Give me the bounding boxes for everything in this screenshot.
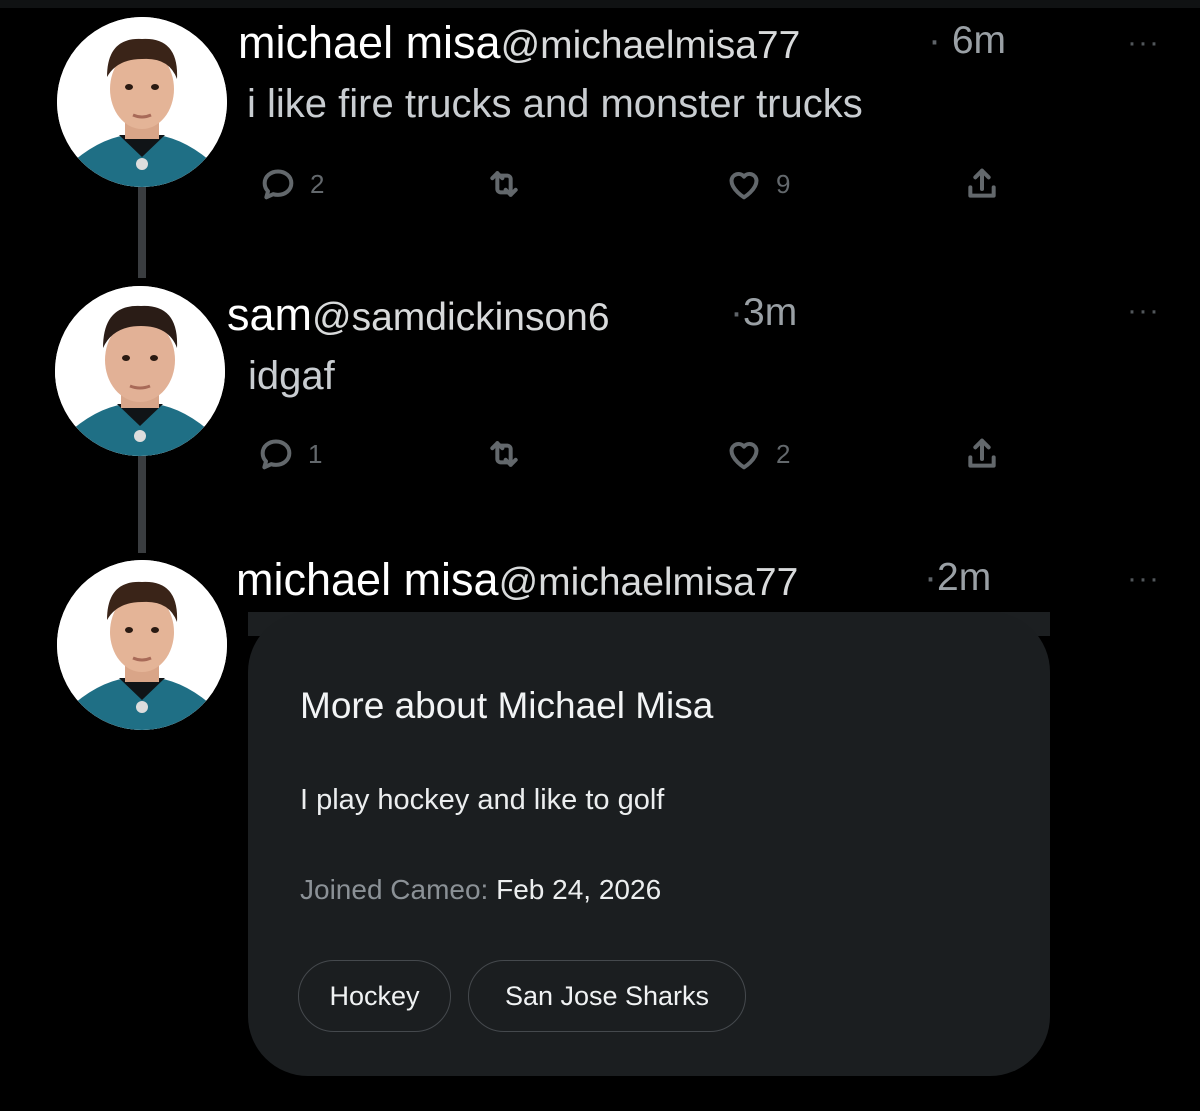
tag-san-jose-sharks[interactable]: San Jose Sharks	[468, 960, 746, 1032]
separator-dot: ·	[924, 556, 937, 599]
more-icon[interactable]: ···	[1127, 28, 1160, 58]
share-icon	[968, 438, 996, 468]
retweet-icon	[490, 441, 518, 467]
username-handle[interactable]: @michaelmisa77	[499, 561, 799, 604]
thread-connector	[138, 186, 146, 278]
like-count: 9	[776, 168, 791, 199]
display-name[interactable]: michael misa@michaelmisa77	[236, 557, 798, 602]
tweet-text: idgaf	[248, 354, 335, 398]
retweet-button[interactable]	[484, 434, 536, 474]
joined-info: Joined Cameo: Feb 24, 2026	[300, 874, 661, 906]
display-name[interactable]: sam@samdickinson6	[227, 292, 610, 337]
username-handle[interactable]: @michaelmisa77	[501, 24, 801, 67]
avatar-photo	[55, 286, 225, 456]
timestamp-text[interactable]: 6m	[952, 19, 1006, 62]
tweet-text: i like fire trucks and monster trucks	[247, 82, 863, 126]
avatar-photo	[57, 560, 227, 730]
share-icon	[968, 168, 996, 198]
reply-count: 2	[310, 168, 325, 199]
more-icon[interactable]: ···	[1127, 296, 1160, 326]
separator-dot: ·	[730, 291, 743, 334]
avatar[interactable]	[57, 17, 227, 187]
like-count: 2	[776, 438, 791, 469]
timestamp-text[interactable]: 2m	[937, 556, 991, 599]
like-button[interactable]: 2	[724, 434, 790, 474]
share-button[interactable]	[962, 434, 1002, 474]
share-button[interactable]	[962, 164, 1002, 204]
timestamp[interactable]: ·2m	[924, 558, 991, 597]
username-handle[interactable]: @samdickinson6	[312, 296, 610, 339]
top-edge	[0, 0, 1200, 8]
thread-connector	[138, 456, 146, 553]
like-button[interactable]: 9	[724, 164, 790, 204]
retweet-button[interactable]	[484, 164, 536, 204]
timestamp[interactable]: · 6m	[928, 21, 1006, 60]
display-name-text[interactable]: michael misa	[236, 554, 499, 605]
timestamp-text[interactable]: 3m	[743, 291, 797, 334]
avatar-photo	[57, 17, 227, 187]
timestamp[interactable]: ·3m	[730, 293, 797, 332]
reply-icon	[260, 439, 292, 470]
avatar[interactable]	[57, 560, 227, 730]
like-icon	[729, 442, 759, 470]
reply-icon	[262, 169, 294, 200]
avatar[interactable]	[55, 286, 225, 456]
display-name-text[interactable]: michael misa	[238, 17, 501, 68]
reply-button[interactable]: 1	[256, 434, 322, 474]
card-description: I play hockey and like to golf	[300, 784, 665, 816]
like-icon	[729, 172, 759, 200]
retweet-icon	[490, 171, 518, 197]
display-name-text[interactable]: sam	[227, 289, 312, 340]
card-title: More about Michael Misa	[300, 685, 714, 726]
more-icon[interactable]: ···	[1127, 564, 1160, 594]
reply-count: 1	[308, 438, 323, 469]
tag-hockey[interactable]: Hockey	[298, 960, 451, 1032]
reply-button[interactable]: 2	[258, 164, 324, 204]
joined-date: Feb 24, 2026	[496, 874, 662, 905]
display-name[interactable]: michael misa@michaelmisa77	[238, 20, 800, 65]
joined-label: Joined Cameo:	[300, 874, 489, 905]
profile-card: More about Michael Misa I play hockey an…	[248, 612, 1050, 1076]
separator-dot: ·	[928, 19, 941, 62]
